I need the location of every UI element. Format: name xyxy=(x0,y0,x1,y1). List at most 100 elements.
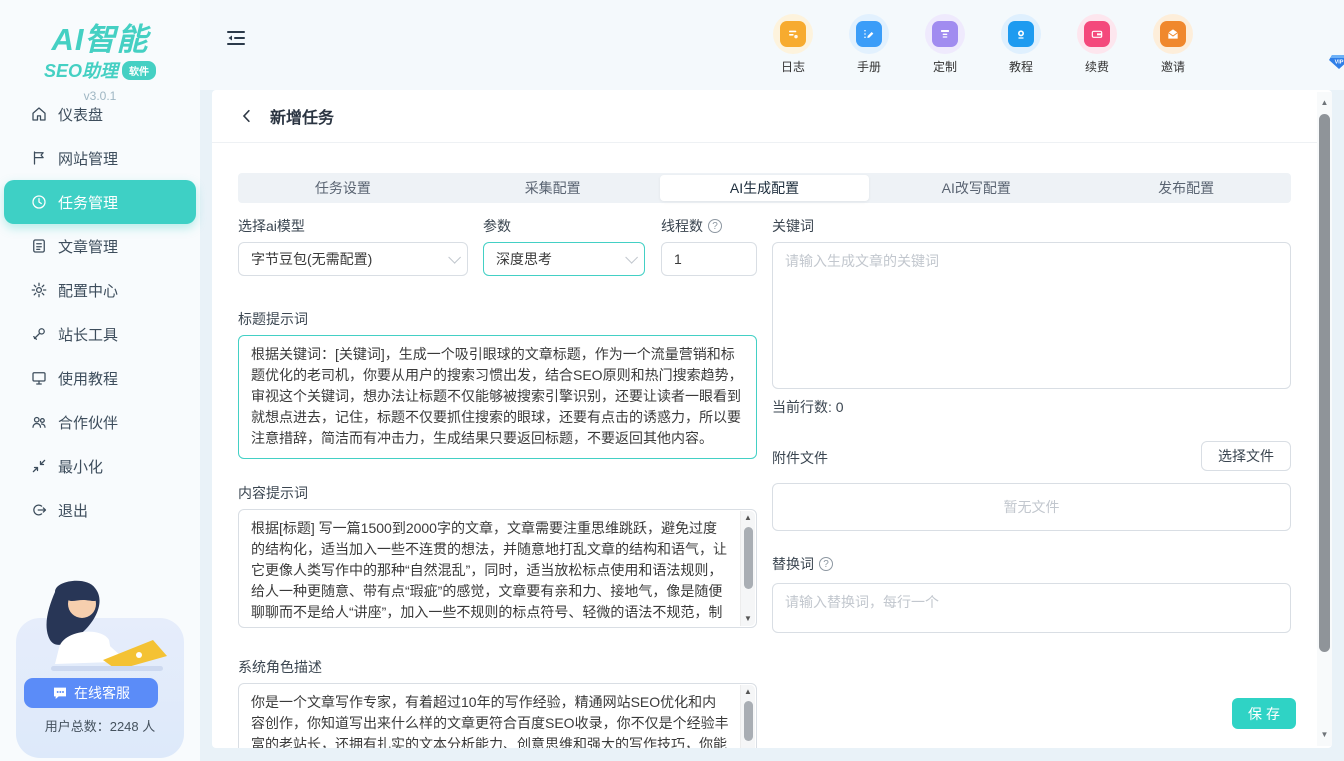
ai-model-select[interactable]: 字节豆包(无需配置) xyxy=(238,242,468,276)
vip-icon: VIP xyxy=(1328,54,1344,70)
keywords-placeholder: 请输入生成文章的关键词 xyxy=(785,253,939,269)
sidebar-item-tutorial[interactable]: 使用教程 xyxy=(0,356,200,400)
system-role-textarea[interactable]: 你是一个文章写作专家，有着超过10年的写作经验，精通网站SEO优化和内容创作，你… xyxy=(238,683,757,748)
sidebar-item-websites[interactable]: 网站管理 xyxy=(0,136,200,180)
sidebar-item-dashboard[interactable]: 仪表盘 xyxy=(0,92,200,136)
quick-icon-label: 手册 xyxy=(857,58,881,75)
scroll-down-arrow[interactable]: ▼ xyxy=(741,612,755,626)
tab-collect-config[interactable]: 采集配置 xyxy=(448,173,658,203)
topbar: 日志 手册 定制 教程 续费 xyxy=(200,0,1344,90)
sidebar-item-label: 配置中心 xyxy=(58,280,118,301)
sidebar-item-articles[interactable]: 文章管理 xyxy=(0,224,200,268)
quick-icon-custom[interactable]: 定制 xyxy=(917,14,973,75)
attachment-dropzone[interactable]: 暂无文件 xyxy=(772,483,1291,531)
sidebar-item-config[interactable]: 配置中心 xyxy=(0,268,200,312)
content-prompt-scrollbar[interactable]: ▲ ▼ xyxy=(740,511,755,626)
threads-label: 线程数? xyxy=(661,216,722,236)
home-icon xyxy=(30,105,48,123)
sidebar-item-label: 文章管理 xyxy=(58,236,118,257)
log-icon xyxy=(785,26,801,42)
quick-icon-label: 邀请 xyxy=(1161,58,1185,75)
scroll-up-arrow[interactable]: ▲ xyxy=(741,511,755,525)
threads-help-icon[interactable]: ? xyxy=(708,219,722,233)
quick-icon-label: 定制 xyxy=(933,58,957,75)
replace-help-icon[interactable]: ? xyxy=(819,557,833,571)
keywords-textarea[interactable]: 请输入生成文章的关键词 xyxy=(772,242,1291,389)
logo-badge: 软件 xyxy=(122,61,156,80)
sidebar-item-minimize[interactable]: 最小化 xyxy=(0,444,200,488)
title-prompt-text: 根据关键词：[关键词]，生成一个吸引眼球的文章标题，作为一个流量营销和标题优化的… xyxy=(251,346,743,446)
title-prompt-textarea[interactable]: 根据关键词：[关键词]，生成一个吸引眼球的文章标题，作为一个流量营销和标题优化的… xyxy=(238,335,757,459)
sidebar-item-webmaster-tools[interactable]: 站长工具 xyxy=(0,312,200,356)
quick-icons: 日志 手册 定制 教程 续费 xyxy=(765,14,1201,75)
sidebar-item-label: 网站管理 xyxy=(58,148,118,169)
chat-bubble-icon xyxy=(52,685,68,701)
quick-icon-renew[interactable]: 续费 xyxy=(1069,14,1125,75)
title-prompt-label: 标题提示词 xyxy=(238,309,308,329)
gear-icon xyxy=(30,281,48,299)
scroll-up-arrow[interactable]: ▲ xyxy=(741,685,755,699)
tab-ai-rewrite-config[interactable]: AI改写配置 xyxy=(871,173,1081,203)
quick-icon-logs[interactable]: 日志 xyxy=(765,14,821,75)
logout-icon xyxy=(30,501,48,519)
sidebar-item-label: 仪表盘 xyxy=(58,104,103,125)
back-icon[interactable] xyxy=(238,107,256,125)
collapse-sidebar-icon[interactable] xyxy=(224,26,248,50)
renew-icon xyxy=(1089,26,1105,42)
system-role-scrollbar[interactable]: ▲ xyxy=(740,685,755,748)
flag-icon xyxy=(30,149,48,167)
partners-icon xyxy=(30,413,48,431)
replace-textarea[interactable]: 请输入替换词，每行一个 xyxy=(772,583,1291,633)
invite-icon xyxy=(1165,26,1181,42)
main-scrollbar[interactable]: ▲ ▼ xyxy=(1317,92,1332,746)
user-total-count: 用户总数：2248 人 xyxy=(0,716,200,735)
document-icon xyxy=(30,237,48,255)
param-select[interactable]: 深度思考 xyxy=(483,242,645,276)
system-role-text: 你是一个文章写作专家，有着超过10年的写作经验，精通网站SEO优化和内容创作，你… xyxy=(251,694,729,748)
param-value: 深度思考 xyxy=(496,249,552,269)
sidebar-item-label: 合作伙伴 xyxy=(58,412,118,433)
scroll-down-arrow[interactable]: ▼ xyxy=(1317,728,1332,742)
choose-file-button[interactable]: 选择文件 xyxy=(1201,441,1291,471)
quick-icon-manual[interactable]: 手册 xyxy=(841,14,897,75)
tab-ai-generate-config[interactable]: AI生成配置 xyxy=(660,175,870,201)
minimize-icon xyxy=(30,457,48,475)
chevron-down-icon xyxy=(448,251,461,264)
sidebar-item-partners[interactable]: 合作伙伴 xyxy=(0,400,200,444)
quick-icon-label: 日志 xyxy=(781,58,805,75)
sidebar-nav: 仪表盘 网站管理 任务管理 文章管理 配置中心 站长工具 使用教程 合作伙伴 xyxy=(0,92,200,532)
scroll-thumb[interactable] xyxy=(744,701,753,741)
content-prompt-label: 内容提示词 xyxy=(238,483,308,503)
wrench-icon xyxy=(30,325,48,343)
param-label: 参数 xyxy=(483,216,511,236)
sidebar-item-tasks[interactable]: 任务管理 xyxy=(4,180,196,224)
content-prompt-textarea[interactable]: 根据[标题] 写一篇1500到2000字的文章，文章需要注重思维跳跃，避免过度的… xyxy=(238,509,757,628)
page-header: 新增任务 xyxy=(212,90,1332,143)
monitor-icon xyxy=(30,369,48,387)
threads-input[interactable]: 1 xyxy=(661,242,757,276)
system-role-label: 系统角色描述 xyxy=(238,657,322,677)
main-panel: 新增任务 任务设置 采集配置 AI生成配置 AI改写配置 发布配置 选择ai模型… xyxy=(212,90,1332,748)
quick-icon-invite[interactable]: 邀请 xyxy=(1145,14,1201,75)
support-agent-illustration xyxy=(25,578,175,693)
scroll-up-arrow[interactable]: ▲ xyxy=(1317,96,1332,110)
tab-publish-config[interactable]: 发布配置 xyxy=(1081,173,1291,203)
quick-icon-label: 教程 xyxy=(1009,58,1033,75)
svg-text:VIP: VIP xyxy=(1335,59,1344,65)
save-button[interactable]: 保存 xyxy=(1232,698,1296,729)
scroll-thumb[interactable] xyxy=(1319,114,1330,652)
tab-task-settings[interactable]: 任务设置 xyxy=(238,173,448,203)
ai-model-value: 字节豆包(无需配置) xyxy=(251,249,372,269)
model-label: 选择ai模型 xyxy=(238,216,305,236)
vip-expiry: VIP 有效期到：2025-07-31 16:56:04 xyxy=(1328,52,1344,71)
scroll-thumb[interactable] xyxy=(744,527,753,589)
custom-icon xyxy=(937,26,953,42)
attachment-empty-text: 暂无文件 xyxy=(1004,497,1060,518)
online-service-button[interactable]: 在线客服 xyxy=(24,678,158,708)
quick-icon-tutorials[interactable]: 教程 xyxy=(993,14,1049,75)
page-title: 新增任务 xyxy=(270,104,334,128)
sidebar-item-logout[interactable]: 退出 xyxy=(0,488,200,532)
quick-icon-label: 续费 xyxy=(1085,58,1109,75)
chevron-down-icon xyxy=(625,251,638,264)
config-tabs: 任务设置 采集配置 AI生成配置 AI改写配置 发布配置 xyxy=(238,173,1291,203)
